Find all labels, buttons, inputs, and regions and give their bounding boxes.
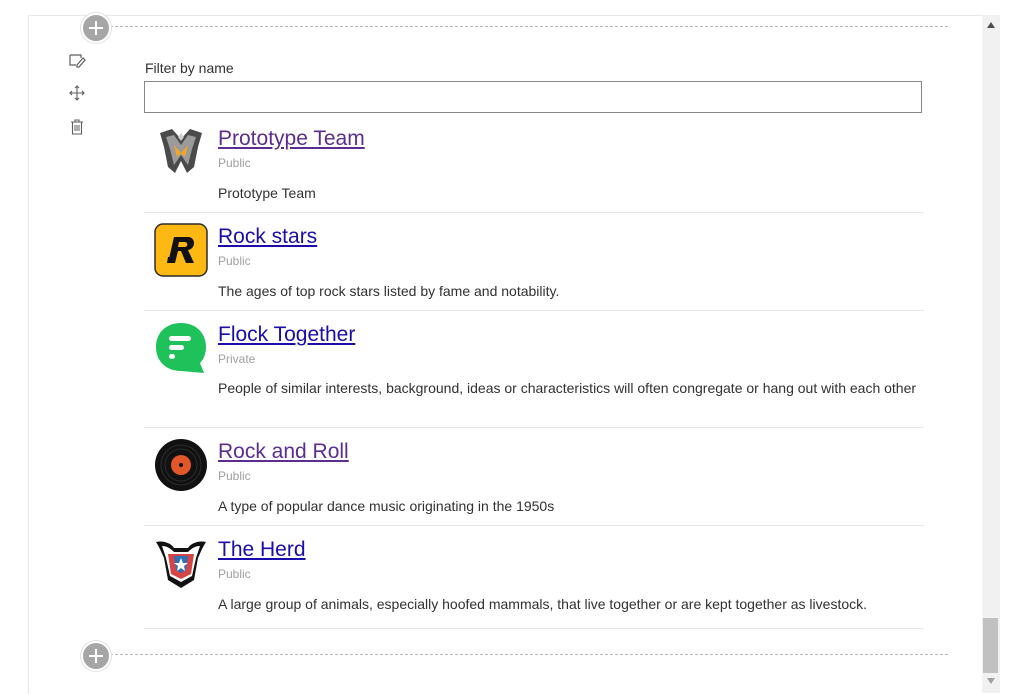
herd-logo-icon [154,536,208,590]
section-divider-top [110,26,948,27]
group-privacy: Public [218,567,251,581]
add-section-top-button[interactable] [81,13,111,43]
list-item: The Herd Public A large group of animals… [144,526,924,629]
scroll-down-arrow-icon[interactable] [982,673,1000,689]
group-description: Prototype Team [218,185,316,201]
group-link-rock-stars[interactable]: Rock stars [218,225,317,249]
add-section-bottom-button[interactable] [81,641,111,671]
group-privacy: Public [218,156,251,170]
group-description: A large group of animals, especially hoo… [218,596,868,612]
rockstar-logo-icon [154,223,208,277]
group-link-rock-and-roll[interactable]: Rock and Roll [218,440,349,464]
group-link-prototype-team[interactable]: Prototype Team [218,127,365,151]
list-item: Flock Together Private People of similar… [144,311,924,428]
list-item: Rock and Roll Public A type of popular d… [144,428,924,526]
move-icon[interactable] [66,82,88,104]
delete-icon[interactable] [66,116,88,138]
group-privacy: Public [218,254,251,268]
group-link-the-herd[interactable]: The Herd [218,538,306,562]
filter-label: Filter by name [145,60,234,76]
vertical-scrollbar[interactable] [982,15,1000,693]
list-item: Rock stars Public The ages of top rock s… [144,213,924,311]
section-divider-bottom [110,654,948,655]
group-privacy: Public [218,469,251,483]
group-description: People of similar interests, background,… [218,380,917,396]
group-description: A type of popular dance music originatin… [218,498,555,514]
group-privacy: Private [218,352,256,366]
flock-logo-icon [154,321,208,375]
vinyl-record-icon [154,438,208,492]
scroll-up-arrow-icon[interactable] [982,17,1000,33]
group-link-flock-together[interactable]: Flock Together [218,323,355,347]
list-item: Prototype Team Public Prototype Team [144,115,924,213]
scrollbar-thumb[interactable] [983,618,998,673]
edit-icon[interactable] [66,49,88,71]
filter-by-name-input[interactable] [144,81,922,113]
group-description: The ages of top rock stars listed by fam… [218,283,560,299]
group-list: Prototype Team Public Prototype Team Roc… [144,115,924,629]
prototype-logo-icon [154,123,208,177]
